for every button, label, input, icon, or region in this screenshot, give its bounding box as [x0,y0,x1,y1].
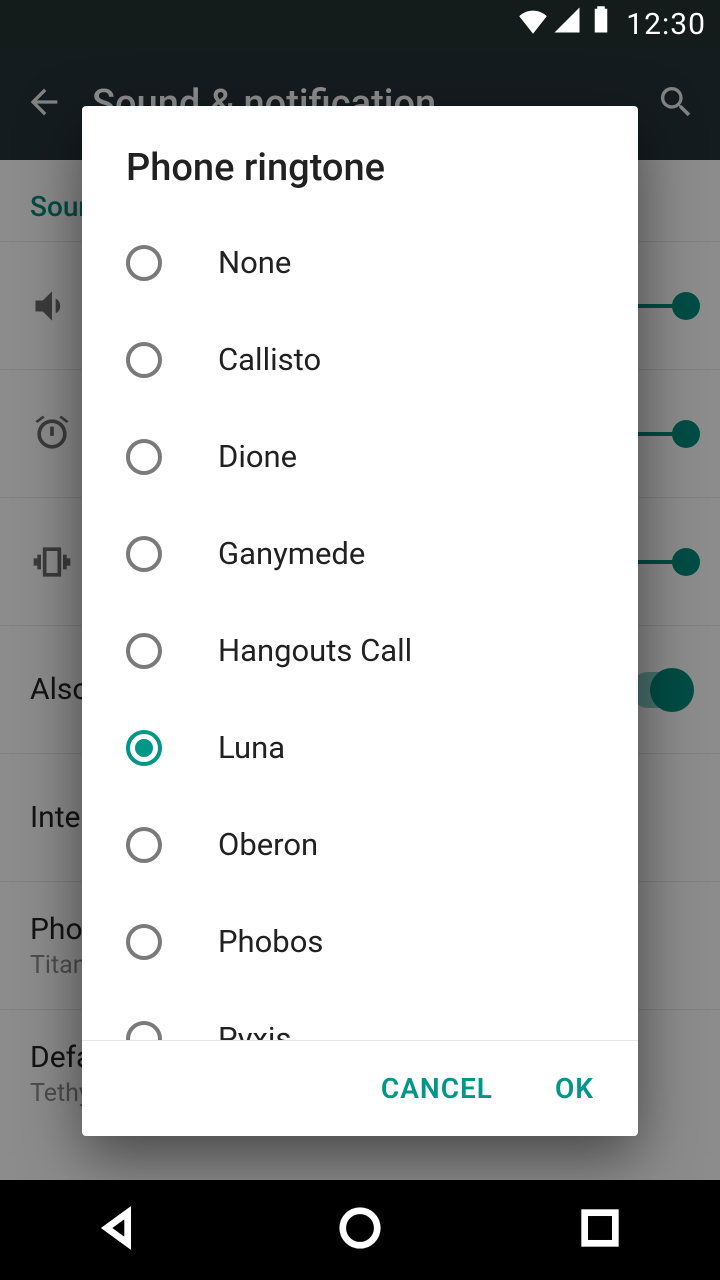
dialog-actions: CANCEL OK [82,1040,638,1136]
cell-signal-icon [552,5,582,43]
ringtone-option[interactable]: Dione [126,408,638,505]
ringtone-option[interactable]: Oberon [126,796,638,893]
ringtone-options-list[interactable]: None Callisto Dione Ganymede Hangouts Call Lu… [82,214,638,1040]
ok-button[interactable]: OK [555,1072,594,1105]
ringtone-option[interactable]: Callisto [126,311,638,408]
dialog-title: Phone ringtone [82,106,638,214]
radio-icon [126,730,162,766]
radio-icon [126,439,162,475]
ringtone-option-label: None [218,244,291,281]
nav-back-icon[interactable] [97,1205,143,1255]
ringtone-option-label: Pyxis [218,1020,291,1040]
radio-icon [126,827,162,863]
ringtone-option[interactable]: Hangouts Call [126,602,638,699]
ringtone-option[interactable]: Pyxis [126,990,638,1040]
ringtone-option-label: Ganymede [218,535,365,572]
ringtone-dialog: Phone ringtone None Callisto Dione Ganymede… [82,106,638,1136]
ringtone-option-label: Oberon [218,826,318,863]
radio-icon [126,1021,162,1041]
ringtone-option-label: Dione [218,438,297,475]
status-bar: 12:30 [0,0,720,48]
radio-icon [126,633,162,669]
ringtone-option-label: Luna [218,729,285,766]
radio-icon [126,342,162,378]
nav-home-icon[interactable] [337,1205,383,1255]
wifi-icon [518,5,548,43]
status-time: 12:30 [626,7,706,42]
ringtone-option[interactable]: Ganymede [126,505,638,602]
radio-icon [126,536,162,572]
ringtone-option-label: Phobos [218,923,323,960]
ringtone-option[interactable]: Phobos [126,893,638,990]
ringtone-option-label: Callisto [218,341,321,378]
nav-recent-icon[interactable] [577,1205,623,1255]
cancel-button[interactable]: CANCEL [381,1072,493,1105]
battery-icon [586,5,616,43]
radio-icon [126,924,162,960]
ringtone-option[interactable]: Luna [126,699,638,796]
radio-icon [126,245,162,281]
ringtone-option-label: Hangouts Call [218,632,412,669]
ringtone-option[interactable]: None [126,214,638,311]
navigation-bar [0,1180,720,1280]
